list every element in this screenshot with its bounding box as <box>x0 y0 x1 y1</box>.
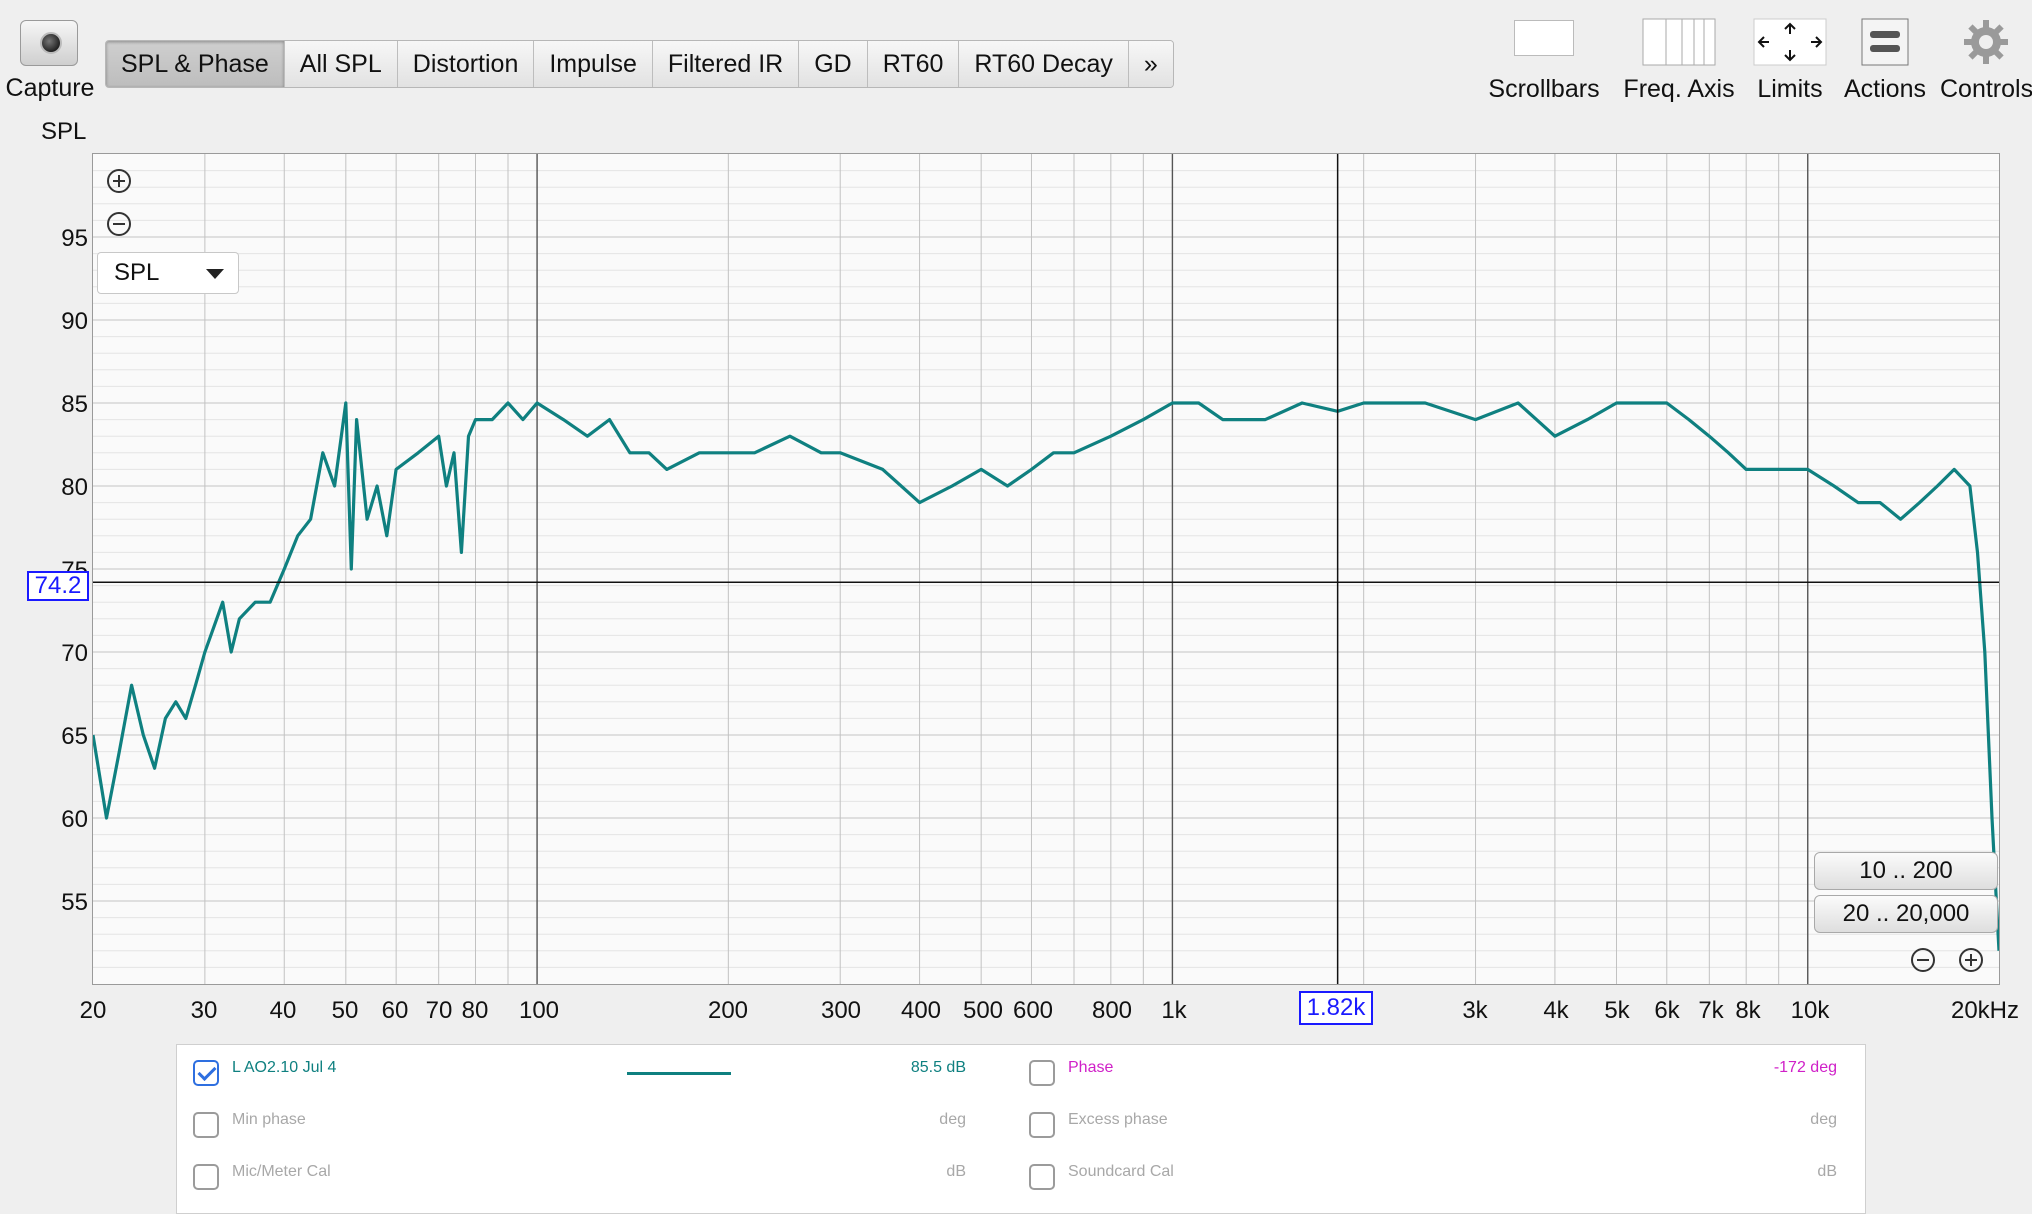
x-tick-label: 60 <box>381 997 409 1024</box>
x-tick-label: 10k <box>1790 997 1830 1024</box>
cursor-x-readout[interactable]: 1.82k <box>1299 991 1373 1025</box>
scrollbars-label: Scrollbars <box>1488 75 1600 103</box>
gear-icon <box>1964 20 2008 64</box>
y-tick-label: 65 <box>61 723 88 750</box>
min-phase-label: Min phase <box>232 1111 306 1128</box>
chevron-down-icon <box>206 269 224 279</box>
x-tick-label: 20 <box>79 997 107 1024</box>
x-tick-label: 500 <box>962 997 1004 1024</box>
mic-meter-cal-label: Mic/Meter Cal <box>232 1163 331 1180</box>
x-tick-label: 8k <box>1735 997 1761 1024</box>
x-tick-label: 4k <box>1543 997 1569 1024</box>
controls-label: Controls <box>1940 75 2032 103</box>
y-tick-label: 90 <box>61 308 88 335</box>
tab-gd[interactable]: GD <box>799 41 868 87</box>
limits-label: Limits <box>1757 75 1823 103</box>
y-tick-label: 95 <box>61 225 88 252</box>
x-tick-label: 7k <box>1698 997 1724 1024</box>
x-tick-label: 200 <box>707 997 749 1024</box>
scrollbars-button[interactable]: Scrollbars <box>1484 16 1604 108</box>
soundcard-cal-value: dB <box>1817 1163 1837 1180</box>
mic-meter-cal-checkbox[interactable] <box>193 1164 219 1190</box>
tab-all-spl[interactable]: All SPL <box>284 41 398 87</box>
y-tick-label: 85 <box>61 391 88 418</box>
x-tick-label: 50 <box>331 997 359 1024</box>
x-tick-label: 80 <box>461 997 489 1024</box>
camera-icon <box>20 20 78 66</box>
mic-meter-cal-value: dB <box>946 1163 966 1180</box>
x-tick-label: 300 <box>820 997 862 1024</box>
range-10-200-button[interactable]: 10 .. 200 <box>1814 852 1998 890</box>
trace-value: 85.5 dB <box>910 1059 966 1076</box>
trace-type-value: SPL <box>114 259 160 286</box>
limits-icon <box>1753 18 1827 66</box>
x-tick-label: 3k <box>1462 997 1488 1024</box>
soundcard-cal-label: Soundcard Cal <box>1068 1163 1174 1180</box>
zoom-in-icon[interactable] <box>107 169 131 193</box>
y-tick-label: 70 <box>61 640 88 667</box>
min-phase-checkbox[interactable] <box>193 1112 219 1138</box>
x-tick-label: 70 <box>425 997 453 1024</box>
trace-visible-checkbox[interactable] <box>193 1060 219 1086</box>
y-axis-title: SPL <box>41 118 87 145</box>
x-zoom-in-icon[interactable] <box>1959 948 1983 972</box>
y-tick-label: 60 <box>61 806 88 833</box>
min-phase-value: deg <box>939 1111 966 1128</box>
x-tick-label: 6k <box>1654 997 1680 1024</box>
tab-rt60[interactable]: RT60 <box>867 41 960 87</box>
limits-button[interactable]: Limits <box>1750 16 1830 108</box>
trace-color-swatch[interactable] <box>627 1072 731 1075</box>
excess-phase-value: deg <box>1810 1111 1837 1128</box>
x-tick-label: 20kHz <box>1950 997 2020 1024</box>
trace-name[interactable]: L AO2.10 Jul 4 <box>232 1059 336 1077</box>
actions-icon <box>1861 18 1909 66</box>
trace-legend-panel: L AO2.10 Jul 4 85.5 dB Phase -172 deg Mi… <box>176 1044 1866 1214</box>
spl-plot-svg[interactable] <box>93 154 1999 984</box>
x-tick-label: 40 <box>269 997 297 1024</box>
zoom-out-icon[interactable] <box>107 212 131 236</box>
x-tick-label: 1k <box>1161 997 1187 1024</box>
x-tick-label: 800 <box>1091 997 1133 1024</box>
tab-spl-phase[interactable]: SPL & Phase <box>106 41 285 87</box>
freq-axis-icon <box>1642 18 1716 66</box>
controls-button[interactable]: Controls <box>1940 16 2032 108</box>
phase-label: Phase <box>1068 1059 1114 1076</box>
x-tick-label: 400 <box>900 997 942 1024</box>
excess-phase-checkbox[interactable] <box>1029 1112 1055 1138</box>
spl-graph[interactable] <box>92 153 2000 985</box>
cursor-y-readout[interactable]: 74.2 <box>27 571 89 601</box>
x-zoom-out-icon[interactable] <box>1911 948 1935 972</box>
capture-label: Capture <box>5 74 95 102</box>
phase-value: -172 deg <box>1773 1059 1837 1076</box>
phase-checkbox[interactable] <box>1029 1060 1055 1086</box>
x-tick-label: 5k <box>1604 997 1630 1024</box>
trace-type-select[interactable]: SPL <box>97 252 239 294</box>
x-tick-label: 600 <box>1012 997 1054 1024</box>
tab-filtered-ir[interactable]: Filtered IR <box>652 41 800 87</box>
capture-button[interactable]: Capture <box>0 18 100 108</box>
freq-axis-label: Freq. Axis <box>1623 75 1735 103</box>
scrollbars-icon <box>1514 20 1574 56</box>
range-20-20000-button[interactable]: 20 .. 20,000 <box>1814 895 1998 933</box>
more-tabs-button[interactable]: » <box>1128 41 1173 87</box>
actions-label: Actions <box>1844 75 1926 103</box>
tab-distortion[interactable]: Distortion <box>397 41 535 87</box>
soundcard-cal-checkbox[interactable] <box>1029 1164 1055 1190</box>
x-tick-label: 30 <box>190 997 218 1024</box>
excess-phase-label: Excess phase <box>1068 1111 1168 1128</box>
actions-button[interactable]: Actions <box>1840 16 1930 108</box>
tab-rt60-decay[interactable]: RT60 Decay <box>959 41 1129 87</box>
tab-impulse[interactable]: Impulse <box>534 41 653 87</box>
y-tick-label: 55 <box>61 889 88 916</box>
x-tick-label: 100 <box>518 997 560 1024</box>
y-tick-label: 80 <box>61 474 88 501</box>
freq-axis-button[interactable]: Freq. Axis <box>1614 16 1744 108</box>
view-tabs: SPL & Phase All SPL Distortion Impulse F… <box>105 40 1174 88</box>
spl-trace-line <box>93 401 1999 951</box>
